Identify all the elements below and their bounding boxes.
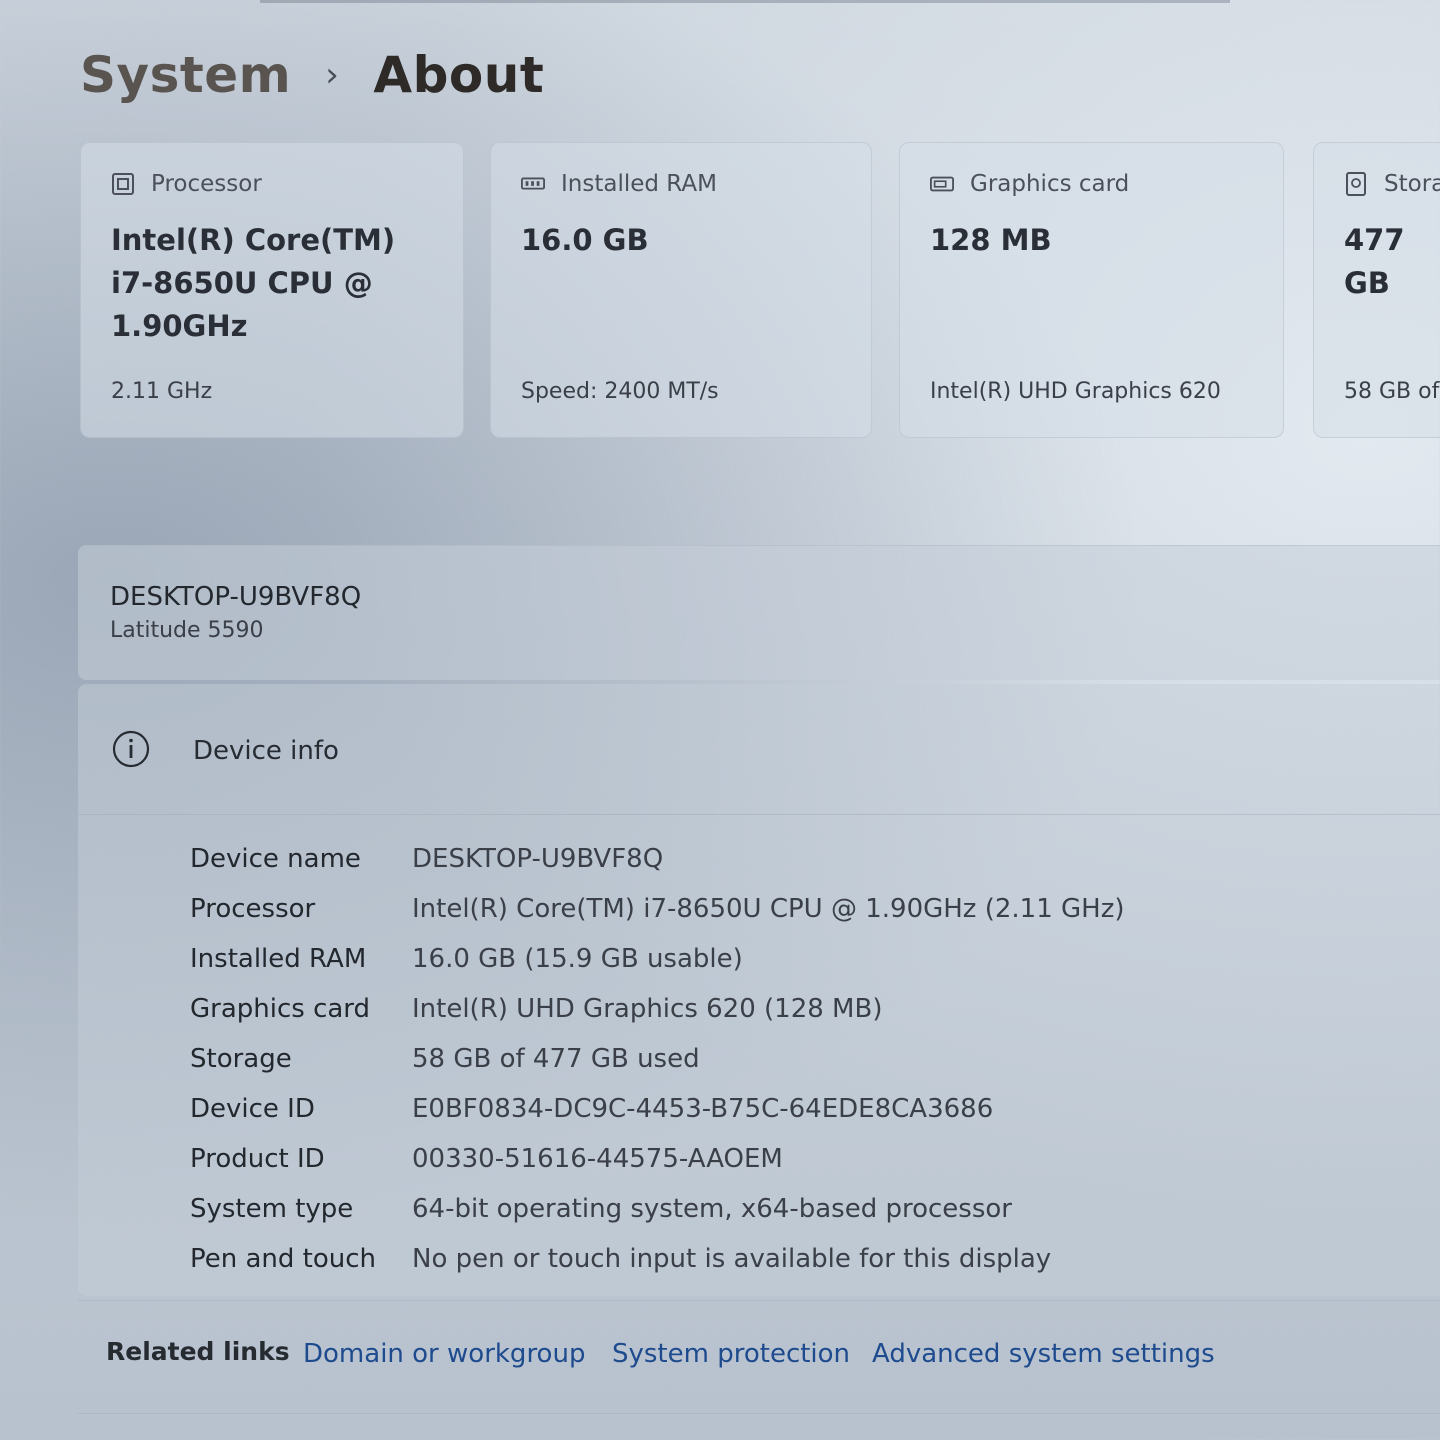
processor-icon (111, 172, 135, 196)
related-links-bar: Related links Domain or workgroup System… (78, 1300, 1440, 1414)
chevron-right-icon: › (325, 55, 340, 95)
card-value: 128 MB (930, 223, 1052, 257)
link-advanced-system-settings[interactable]: Advanced system settings (872, 1339, 1215, 1369)
card-label: Installed RAM (561, 171, 717, 197)
card-subtext: 2.11 GHz (111, 379, 213, 404)
spec-value: Intel(R) Core(TM) i7-8650U CPU @ 1.90GHz… (412, 894, 1125, 924)
card-installed-ram: Installed RAM 16.0 GB Speed: 2400 MT/s (490, 142, 872, 438)
info-icon (112, 730, 150, 768)
device-info-panel: Device info Device name DESKTOP-U9BVF8Q P… (78, 684, 1440, 1296)
card-label: Graphics card (970, 171, 1130, 197)
device-specs-list: Device name DESKTOP-U9BVF8Q Processor Inte… (190, 834, 1125, 1284)
spec-row: Product ID 00330-51616-44575-AAOEM (190, 1134, 1125, 1184)
graphics-card-icon (930, 172, 954, 196)
device-model: Latitude 5590 (110, 618, 264, 643)
device-info-header[interactable]: Device info (78, 684, 1440, 815)
spec-row: Pen and touch No pen or touch input is av… (190, 1234, 1125, 1284)
card-graphics-card: Graphics card 128 MB Intel(R) UHD Graphi… (899, 142, 1284, 438)
card-storage: Stora 477 GB 58 GB of (1313, 142, 1440, 438)
ram-icon (521, 172, 545, 196)
spec-row: System type 64-bit operating system, x64-… (190, 1184, 1125, 1234)
spec-value: E0BF0834-DC9C-4453-B75C-64EDE8CA3686 (412, 1094, 994, 1124)
spec-value: 16.0 GB (15.9 GB usable) (412, 944, 743, 974)
spec-value: 64-bit operating system, x64-based proce… (412, 1194, 1012, 1224)
spec-key: Product ID (190, 1144, 325, 1174)
device-name-panel: DESKTOP-U9BVF8Q Latitude 5590 (78, 545, 1440, 680)
link-domain-or-workgroup[interactable]: Domain or workgroup (303, 1339, 585, 1369)
spec-row: Graphics card Intel(R) UHD Graphics 620 (… (190, 984, 1125, 1034)
spec-value: 58 GB of 477 GB used (412, 1044, 700, 1074)
spec-value: No pen or touch input is available for t… (412, 1244, 1052, 1274)
card-value: Intel(R) Core(TM) i7-8650U CPU @ 1.90GHz (111, 223, 396, 343)
card-value: 16.0 GB (521, 223, 649, 257)
spec-value: Intel(R) UHD Graphics 620 (128 MB) (412, 994, 883, 1024)
breadcrumb-system[interactable]: System (80, 46, 291, 104)
card-subtext: Speed: 2400 MT/s (521, 379, 719, 404)
pc-name: DESKTOP-U9BVF8Q (110, 582, 362, 612)
spec-key: System type (190, 1194, 354, 1224)
card-subtext: Intel(R) UHD Graphics 620 (930, 379, 1221, 404)
card-value: 477 GB (1344, 223, 1405, 300)
link-system-protection[interactable]: System protection (612, 1339, 850, 1369)
card-label: Processor (151, 171, 262, 197)
top-divider (260, 0, 1230, 3)
spec-value: DESKTOP-U9BVF8Q (412, 844, 664, 874)
spec-key: Device ID (190, 1094, 315, 1124)
spec-row: Processor Intel(R) Core(TM) i7-8650U CPU … (190, 884, 1125, 934)
spec-row: Installed RAM 16.0 GB (15.9 GB usable) (190, 934, 1125, 984)
spec-key: Device name (190, 844, 361, 874)
breadcrumb: System › About (80, 40, 544, 110)
spec-value: 00330-51616-44575-AAOEM (412, 1144, 783, 1174)
page-title: About (373, 46, 545, 104)
spec-key: Storage (190, 1044, 292, 1074)
spec-key: Pen and touch (190, 1244, 377, 1274)
storage-icon (1344, 172, 1368, 196)
spec-key: Graphics card (190, 994, 371, 1024)
spec-row: Device ID E0BF0834-DC9C-4453-B75C-64EDE8C… (190, 1084, 1125, 1134)
spec-key: Processor (190, 894, 316, 924)
card-subtext: 58 GB of (1344, 379, 1440, 404)
device-info-title: Device info (193, 736, 339, 766)
spec-row: Device name DESKTOP-U9BVF8Q (190, 834, 1125, 884)
card-processor: Processor Intel(R) Core(TM) i7-8650U CPU… (80, 142, 464, 438)
related-links-label: Related links (106, 1337, 290, 1366)
spec-key: Installed RAM (190, 944, 367, 974)
spec-row: Storage 58 GB of 477 GB used (190, 1034, 1125, 1084)
card-label: Stora (1384, 171, 1440, 197)
